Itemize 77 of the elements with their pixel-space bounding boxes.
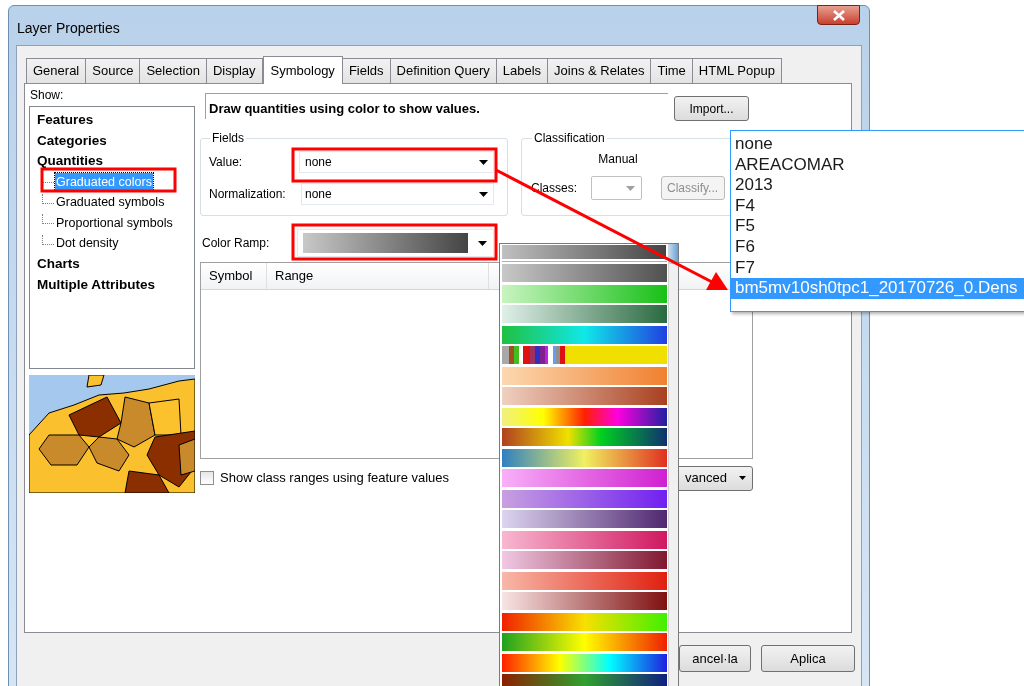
color-ramp-swatch[interactable]	[502, 489, 668, 508]
description-box: Draw quantities using color to show values.	[205, 93, 668, 119]
tree-item[interactable]: Proportional symbols	[55, 213, 174, 233]
color-ramp-swatch[interactable]	[502, 571, 668, 590]
tree-item[interactable]: Graduated symbols	[55, 193, 166, 213]
tree-connector	[42, 193, 54, 204]
dropdown-item[interactable]: none	[731, 134, 1024, 155]
tab[interactable]: Display	[205, 58, 263, 83]
tab[interactable]: Fields	[341, 58, 391, 83]
tree-connector	[42, 214, 54, 225]
color-ramp-swatch[interactable]	[502, 325, 668, 344]
color-ramp-swatch[interactable]	[502, 284, 668, 303]
color-ramp-swatch[interactable]	[502, 653, 668, 672]
window-title: Layer Properties	[17, 19, 120, 38]
column-header[interactable]: Symbol	[201, 263, 267, 289]
dropdown-arrow-icon	[479, 159, 488, 165]
dropdown-item[interactable]: F5	[731, 216, 1024, 237]
color-ramp-swatch[interactable]	[502, 387, 668, 405]
method-label: Manual	[598, 151, 638, 168]
dropdown-item[interactable]: AREACOMAR	[731, 154, 1024, 176]
column-header[interactable]: Range	[267, 263, 489, 289]
dialog-button[interactable]: Aplica	[761, 645, 855, 672]
normalization-combo[interactable]: none	[301, 183, 494, 205]
show-label: Show:	[29, 87, 65, 104]
tab[interactable]: Labels	[495, 58, 549, 83]
tab[interactable]: Source	[85, 58, 141, 83]
tab[interactable]: Time	[650, 58, 693, 83]
dropdown-arrow-icon	[478, 240, 487, 246]
color-ramp-swatch[interactable]	[502, 245, 666, 259]
dropdown-arrow-icon	[479, 191, 488, 197]
tree-item[interactable]: Charts	[37, 254, 80, 275]
tree-item[interactable]: Dot density	[55, 234, 120, 254]
tab[interactable]: Selection	[139, 58, 207, 83]
color-ramp-swatch[interactable]	[502, 612, 668, 631]
tree-item[interactable]: Multiple Attributes	[37, 274, 155, 296]
color-ramp-swatch[interactable]	[502, 366, 668, 385]
tab[interactable]: HTML Popup	[691, 58, 782, 83]
dropdown-item[interactable]: F7	[731, 257, 1024, 279]
color-ramp-swatch[interactable]	[502, 551, 668, 569]
tree-connector	[42, 234, 54, 245]
color-ramp-swatch[interactable]	[502, 428, 668, 446]
color-ramp-swatch[interactable]	[502, 530, 668, 549]
color-ramp-swatch[interactable]	[502, 264, 668, 282]
tree-item[interactable]: Categories	[37, 130, 107, 151]
dropdown-item[interactable]: F6	[731, 236, 1024, 258]
tab[interactable]: Joins & Relates	[547, 58, 652, 83]
dropdown-item[interactable]: 2013	[731, 175, 1024, 196]
color-ramp-swatch[interactable]	[502, 305, 668, 323]
tree-item[interactable]: Quantities	[37, 151, 103, 172]
import-button[interactable]: Import...	[674, 96, 749, 121]
dropdown-arrow-icon	[739, 476, 746, 480]
dialog-button[interactable]: ancel·la	[679, 645, 751, 672]
color-ramp-swatch[interactable]	[502, 407, 668, 426]
tab[interactable]: General	[26, 58, 87, 83]
dropdown-item[interactable]: F4	[731, 195, 1024, 217]
close-button[interactable]	[817, 5, 860, 25]
color-ramp-swatch[interactable]	[502, 592, 668, 610]
value-label: Value:	[209, 154, 244, 171]
color-ramp-swatch[interactable]	[502, 510, 668, 528]
group-title: Fields	[211, 130, 245, 147]
tree-item[interactable]: Features	[37, 110, 94, 131]
color-ramp-combo[interactable]	[297, 229, 494, 257]
checkbox[interactable]	[200, 471, 214, 485]
group-title: Classification	[533, 130, 606, 147]
color-ramp-label: Color Ramp:	[201, 235, 271, 252]
value-combo[interactable]: none	[299, 151, 494, 173]
close-icon	[832, 9, 845, 21]
color-ramp-swatch[interactable]	[502, 346, 668, 364]
normalization-label: Normalization:	[209, 186, 287, 203]
checkbox-label: Show class ranges using feature values	[220, 469, 450, 488]
dropdown-arrow-icon	[626, 185, 635, 191]
color-ramp-swatch[interactable]	[502, 469, 668, 487]
tab[interactable]: Symbology	[262, 56, 343, 84]
scrollbar[interactable]	[668, 244, 678, 686]
color-ramp-swatch[interactable]	[502, 448, 668, 467]
color-ramp-swatch[interactable]	[502, 633, 668, 651]
tab[interactable]: Definition Query	[389, 58, 497, 83]
